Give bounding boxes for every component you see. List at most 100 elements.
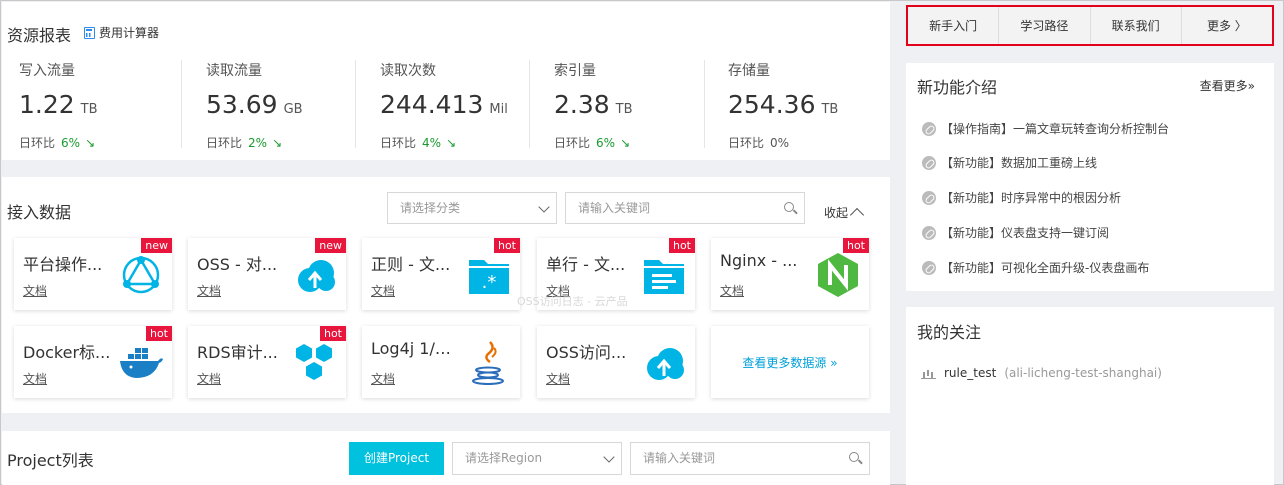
tooltip-watermark: OSS访问日志 - 云产品 <box>517 295 628 308</box>
source-name: OSS - 对... <box>197 255 278 274</box>
feature-label: 【操作指南】一篇文章玩转查询分析控制台 <box>941 122 1170 136</box>
metric-value: 254.36 <box>728 90 816 119</box>
hot-badge: hot <box>145 326 172 341</box>
source-tile[interactable]: 平台操作... 文档 new <box>14 238 172 310</box>
search-placeholder: 请输入关键词 <box>578 201 651 215</box>
collapse-button[interactable]: 收起 <box>824 204 865 223</box>
change-label: 日环比 <box>19 136 56 150</box>
collapse-label: 收起 <box>824 206 849 220</box>
doc-link[interactable]: 文档 <box>371 370 395 387</box>
cloud-upload-icon <box>298 260 335 292</box>
change-value: 6% <box>596 135 616 150</box>
nav-learning-path[interactable]: 学习路径 <box>999 7 1091 44</box>
chevron-down-icon <box>538 201 550 213</box>
source-name: Log4j 1/2... <box>371 339 459 358</box>
change-value: 6% <box>61 135 81 150</box>
follow-item[interactable]: rule_test (ali-licheng-test-shanghai) <box>921 366 1162 380</box>
doc-link[interactable]: 文档 <box>546 370 570 387</box>
feature-item[interactable]: 【新功能】仪表盘支持一键订阅 <box>922 224 1109 241</box>
see-more-link[interactable]: 查看更多» <box>1200 77 1255 94</box>
search-placeholder: 请输入关键词 <box>643 451 716 465</box>
folder-lines-icon <box>644 260 684 294</box>
metric-label: 索引量 <box>554 63 596 79</box>
feature-item[interactable]: 【操作指南】一篇文章玩转查询分析控制台 <box>922 120 1169 137</box>
trend-down-icon: ↘ <box>620 135 631 150</box>
link-icon <box>922 155 936 170</box>
feature-label: 【新功能】仪表盘支持一键订阅 <box>941 226 1110 240</box>
metric-label: 读取流量 <box>206 63 262 79</box>
chart-icon <box>921 368 936 379</box>
hot-badge: hot <box>319 326 346 341</box>
region-select[interactable]: 请选择Region <box>452 442 622 475</box>
new-features-title: 新功能介绍 <box>917 78 998 97</box>
search-icon[interactable] <box>784 202 794 212</box>
chevron-down-icon <box>603 451 615 463</box>
divider <box>529 60 530 148</box>
trend-down-icon: ↘ <box>85 135 96 150</box>
source-name: Docker标... <box>23 343 111 362</box>
keyword-search-input[interactable]: 请输入关键词 <box>565 192 805 224</box>
resource-report-card: 资源报表 费用计算器 写入流量 1.22 TB 日环比 6% ↘ 读取流量 53.69… <box>2 2 890 160</box>
change-value: 4% <box>422 135 442 150</box>
nav-contact-us[interactable]: 联系我们 <box>1091 7 1182 44</box>
nav-more[interactable]: 更多 〉 <box>1182 7 1272 44</box>
follow-item-project: (ali-licheng-test-shanghai) <box>1004 366 1162 380</box>
hot-badge: hot <box>493 238 520 253</box>
java-icon <box>472 341 504 385</box>
doc-link[interactable]: 文档 <box>197 370 221 387</box>
project-search-input[interactable]: 请输入关键词 <box>630 442 870 475</box>
metric-value: 53.69 <box>206 90 278 119</box>
search-icon[interactable] <box>849 452 859 462</box>
metric-value: 1.22 <box>19 90 75 119</box>
source-name: 平台操作... <box>23 255 103 274</box>
trend-down-icon: ↘ <box>446 135 457 150</box>
doc-link[interactable]: 文档 <box>23 370 47 387</box>
data-access-title: 接入数据 <box>7 203 72 222</box>
project-list-card: Project列表 创建Project 请选择Region 请输入关键词 <box>2 431 890 485</box>
more-sources-link[interactable]: 查看更多数据源 » <box>711 326 869 398</box>
metric-unit: TB <box>615 102 633 117</box>
source-tile[interactable]: Log4j 1/2... 文档 <box>362 326 520 398</box>
trend-down-icon: ↘ <box>272 135 283 150</box>
divider <box>355 60 356 148</box>
source-name: RDS审计... <box>197 343 278 362</box>
data-access-card: 接入数据 请选择分类 请输入关键词 收起 平台操作... 文档 new OSS … <box>2 177 890 413</box>
metric-label: 读取次数 <box>380 63 436 79</box>
link-icon <box>922 260 936 275</box>
source-name: OSS访问... <box>546 343 627 362</box>
new-badge: new <box>315 238 346 253</box>
nav-getting-started[interactable]: 新手入门 <box>908 7 1000 44</box>
cost-calculator-link[interactable]: 费用计算器 <box>84 24 159 41</box>
hot-badge: hot <box>668 238 695 253</box>
source-tile[interactable]: Docker标... 文档 hot <box>14 326 172 398</box>
nginx-icon <box>818 253 858 297</box>
source-tile[interactable]: OSS - 对... 文档 new <box>188 238 346 310</box>
source-tile[interactable]: 正则 - 文... 文档 hot .* <box>362 238 520 310</box>
svg-text:.*: .* <box>482 272 497 293</box>
feature-item[interactable]: 【新功能】时序异常中的根因分析 <box>922 189 1121 206</box>
platform-icon <box>122 256 160 294</box>
link-icon <box>922 121 936 136</box>
metric-write-traffic: 写入流量 1.22 TB 日环比 6% ↘ <box>19 60 179 150</box>
metric-value: 2.38 <box>554 90 610 119</box>
my-follows-card: 我的关注 rule_test (ali-licheng-test-shangha… <box>906 307 1274 485</box>
source-tile[interactable]: Nginx - ... 文档 hot <box>711 238 869 310</box>
doc-link[interactable]: 文档 <box>23 282 47 299</box>
folder-regex-icon: .* <box>469 260 509 294</box>
metric-storage: 存储量 254.36 TB 日环比 0% <box>728 60 878 150</box>
doc-link[interactable]: 文档 <box>371 282 395 299</box>
link-icon <box>922 190 936 205</box>
feature-item[interactable]: 【新功能】可视化全面升级-仪表盘画布 <box>922 259 1149 276</box>
region-placeholder: 请选择Region <box>465 451 543 465</box>
new-badge: new <box>141 238 172 253</box>
create-project-button[interactable]: 创建Project <box>349 442 444 475</box>
feature-item[interactable]: 【新功能】数据加工重磅上线 <box>922 154 1097 171</box>
project-list-title: Project列表 <box>7 451 94 470</box>
source-tile[interactable]: OSS访问... 文档 <box>537 326 695 398</box>
source-tile[interactable]: RDS审计... 文档 hot <box>188 326 346 398</box>
category-select[interactable]: 请选择分类 <box>387 192 557 224</box>
hexagons-icon <box>296 344 332 380</box>
metric-read-traffic: 读取流量 53.69 GB 日环比 2% ↘ <box>206 60 356 150</box>
doc-link[interactable]: 文档 <box>720 282 744 299</box>
doc-link[interactable]: 文档 <box>197 282 221 299</box>
